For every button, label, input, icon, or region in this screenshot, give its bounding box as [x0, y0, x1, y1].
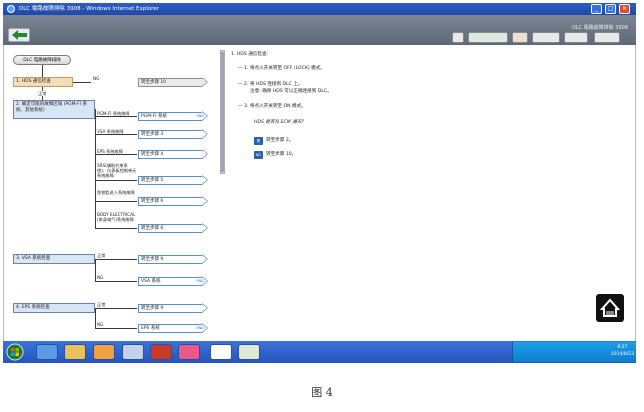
ie-icon	[7, 5, 15, 13]
clock-time: 8:27	[617, 345, 628, 350]
windows-orb-icon	[6, 343, 24, 361]
connector	[95, 308, 96, 328]
step3-ok-label: 正常	[97, 253, 106, 258]
home-icon[interactable]	[452, 32, 464, 43]
step4-box[interactable]: 4. EPS 系统检查	[13, 303, 95, 313]
branch-target-step3[interactable]: 转至步骤 3	[138, 129, 208, 139]
branch-target-step6a[interactable]: 转至步骤 6	[138, 196, 208, 206]
step3-ok-target[interactable]: 转至步骤 9	[138, 254, 208, 264]
connector	[95, 201, 137, 202]
flow-start[interactable]: DLC 电路故障排除	[13, 55, 71, 65]
branch-label: SRS(辅助约束系统)、仪表板控制单元系统故障	[97, 163, 137, 178]
yes-text: 转至步骤 2。	[266, 138, 294, 143]
step1-box[interactable]: 1. HDS 通信检查	[13, 77, 73, 87]
print-icon[interactable]	[564, 32, 588, 43]
start-button[interactable]	[5, 343, 25, 361]
connector	[95, 328, 137, 329]
connector	[95, 134, 137, 135]
detail-question: HDS 是否与 ECM 通讯?	[254, 120, 304, 125]
window-title: DLC 電路故障排除 3908 - Windows Internet Explo…	[19, 6, 159, 12]
branch-target-step6b[interactable]: 转至步骤 6	[138, 223, 208, 233]
maximize-button[interactable]: □	[605, 4, 616, 14]
branch-label: BODY ELECTRICAL (车身电气)系统故障	[97, 212, 136, 222]
detail-note: 注意: 确保 HDS 可以正确连接到 DLC。	[250, 89, 332, 94]
step4-ng-label: NG	[97, 322, 104, 327]
branch-target-step5[interactable]: 转至步骤 5	[138, 175, 208, 185]
connector	[95, 109, 96, 229]
detail-heading: 1. HDS 通信检查:	[231, 52, 269, 57]
connector	[95, 308, 137, 309]
app-taskbar-icon[interactable]	[93, 344, 115, 360]
detail-line: — 1. 将点火开关转至 OFF (LOCK) 模式。	[238, 66, 325, 71]
no-text: 转至步骤 10。	[266, 152, 297, 157]
step2-box[interactable]: 2. 确定可能的故障区域 (PGM-FI 系统、其他系统)	[13, 100, 95, 119]
window-titlebar: DLC 電路故障排除 3908 - Windows Internet Explo…	[3, 3, 636, 15]
close-button[interactable]: ×	[619, 4, 630, 14]
branch-target-pgmfi[interactable]: PGM-FI 系统 END	[138, 111, 208, 121]
connector	[95, 259, 96, 281]
back-arrow-icon	[12, 30, 27, 40]
app3-taskbar-icon[interactable]	[178, 344, 200, 360]
connector	[95, 116, 137, 117]
hds-home-button[interactable]	[596, 294, 624, 322]
pdf-taskbar-icon[interactable]	[150, 344, 172, 360]
connector	[95, 259, 137, 260]
branch-label: 免钥匙进入系统故障	[97, 190, 135, 195]
meter-icon[interactable]	[532, 32, 560, 43]
step4-ok-label: 正常	[97, 302, 106, 307]
excel-taskbar-icon[interactable]	[238, 344, 260, 360]
step1-ng-target[interactable]: 转至步骤 10	[138, 77, 208, 87]
scrollbar-thumb[interactable]	[221, 52, 224, 172]
ie-taskbar-icon[interactable]	[36, 344, 58, 360]
step3-ng-label: NG	[97, 275, 104, 280]
back-button[interactable]	[8, 28, 30, 42]
connector	[95, 228, 137, 229]
step1-ok-label: 正常	[38, 91, 47, 96]
no-button[interactable]: NO	[254, 151, 263, 159]
yes-button[interactable]: 是	[254, 137, 263, 145]
word-taskbar-icon[interactable]	[210, 344, 232, 360]
figure-caption: 图 4	[311, 386, 333, 399]
connector	[95, 154, 137, 155]
minimize-button[interactable]: _	[591, 4, 602, 14]
detail-line: — 3. 将点火开关转至 ON 模式。	[238, 104, 306, 109]
step1-ng-label: NG	[93, 76, 100, 81]
connector	[95, 281, 137, 282]
step4-ng-target[interactable]: EPS 系统 END	[138, 323, 208, 333]
connector	[42, 65, 43, 77]
detail-line: — 2. 将 HDS 连接到 DLC 上。	[238, 82, 303, 87]
tool-icon[interactable]	[512, 32, 528, 43]
step4-ok-target[interactable]: 转至步骤 9	[138, 303, 208, 313]
branch-target-step4[interactable]: 转至步骤 4	[138, 149, 208, 159]
app2-taskbar-icon[interactable]	[122, 344, 144, 360]
step3-box[interactable]: 3. VSA 系统检查	[13, 254, 95, 264]
explorer-taskbar-icon[interactable]	[64, 344, 86, 360]
connector	[73, 82, 91, 83]
house-icon	[599, 298, 621, 317]
car-icon[interactable]	[594, 32, 620, 43]
taskbar-clock[interactable]: 8:27 2014/8/23	[611, 344, 634, 358]
app-title: DLC 電路故障排除 3908	[571, 25, 628, 31]
arrows-icon[interactable]	[468, 32, 508, 43]
clock-date: 2014/8/23	[610, 352, 634, 357]
connector	[95, 180, 137, 181]
step3-ng-target[interactable]: VSA 系统 END	[138, 276, 208, 286]
